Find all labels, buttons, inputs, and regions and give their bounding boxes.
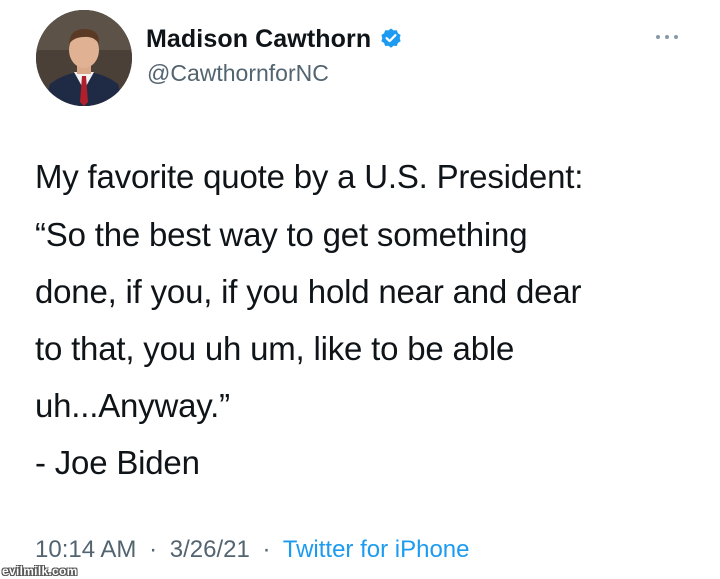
tweet-intro-line: My favorite quote by a U.S. President: [35,158,584,195]
meta-separator: · [262,536,271,563]
quote-line: uh...Anyway.” [35,387,230,424]
avatar-image [36,10,132,106]
tweet-metadata: 10:14 AM · 3/26/21 · Twitter for iPhone [35,536,469,564]
quote-attribution: - Joe Biden [35,444,200,481]
quote-line: done, if you, if you hold near and dear [35,273,582,310]
quote-line: “So the best way to get something [35,216,528,253]
tweet-time[interactable]: 10:14 AM [35,536,136,563]
verified-badge-icon [379,27,403,51]
tweet-text: My favorite quote by a U.S. President: “… [35,148,695,491]
quote-block: “So the best way to get something done, … [35,206,695,491]
meta-separator: · [149,536,158,563]
author-display-name[interactable]: Madison Cawthorn [146,25,371,54]
watermark: evilmilk.com [2,564,78,578]
author-name-row[interactable]: Madison Cawthorn [146,22,403,56]
avatar[interactable] [36,10,132,106]
tweet-card: Madison Cawthorn @CawthornforNC My favor… [0,0,720,579]
quote-line: to that, you uh um, like to be able [35,330,515,367]
tweet-date[interactable]: 3/26/21 [170,536,250,563]
more-options-icon[interactable] [652,30,682,44]
author-handle[interactable]: @CawthornforNC [147,60,329,87]
tweet-source-link[interactable]: Twitter for iPhone [283,536,470,563]
